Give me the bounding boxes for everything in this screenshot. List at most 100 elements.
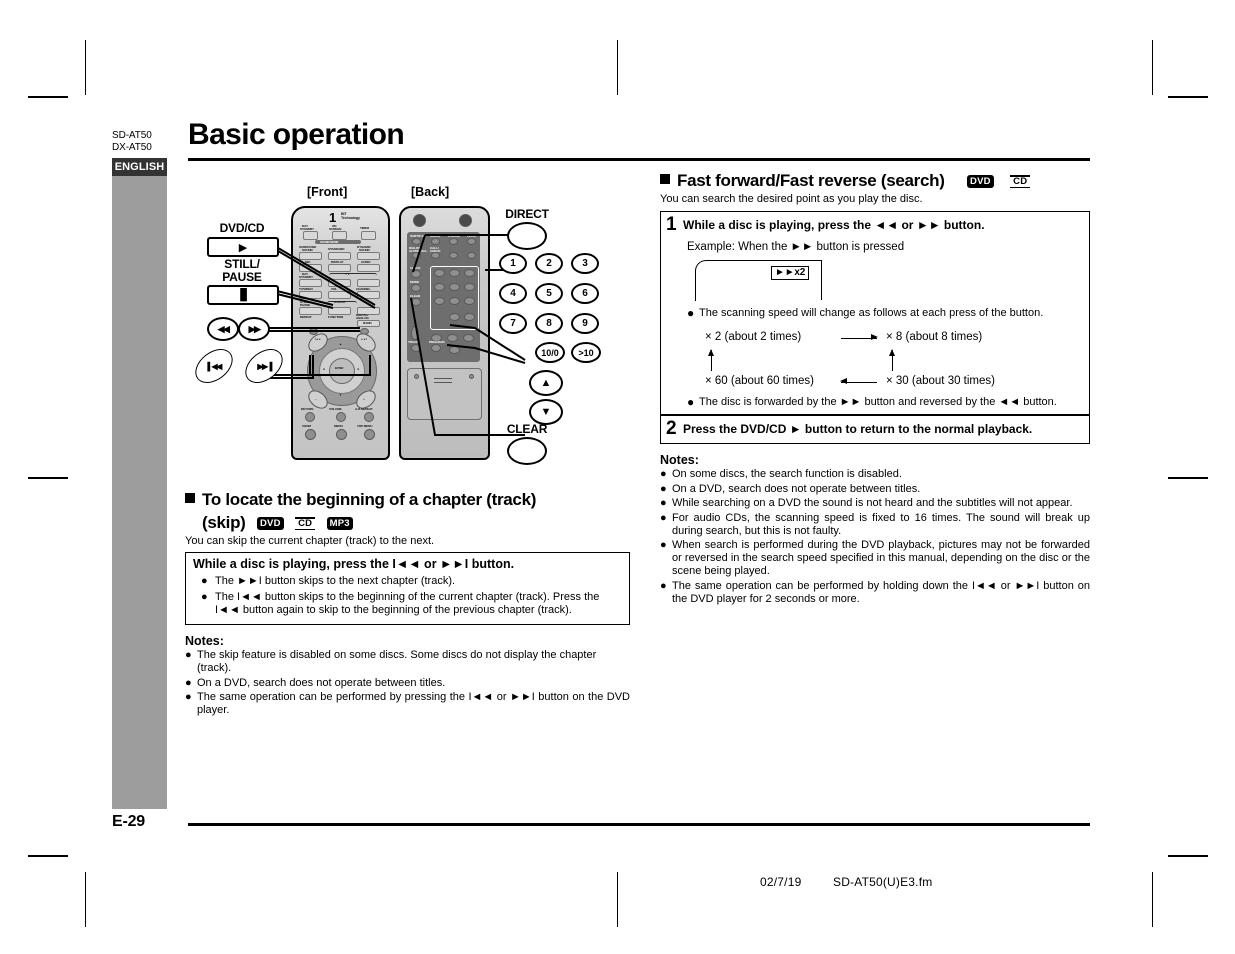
callout-key-num-10-0: 10/0 <box>535 342 565 363</box>
list-item: ● While searching on a DVD the sound is n… <box>660 497 1090 510</box>
bullet-dot-icon: ● <box>660 482 667 495</box>
step-1-body: Example: When the ►► button is pressed ►… <box>661 237 1089 414</box>
crop-mark-top-right <box>1152 40 1153 95</box>
callout-key-cursor-up: ▲ <box>529 370 563 396</box>
speed-cycle-diagram: × 2 (about 2 times) × 8 (about 8 times) … <box>691 331 1081 393</box>
speed-arrow-up-right <box>887 348 896 371</box>
crop-mark-right-top <box>1168 96 1208 98</box>
bullet-dot-icon: ● <box>185 691 192 703</box>
bullet-dot-icon: ● <box>660 511 667 524</box>
step-1-example: Example: When the ►► button is pressed <box>687 241 905 253</box>
speed-label-x2: × 2 (about 2 times) <box>705 330 802 343</box>
badge-cd: CD <box>295 510 315 531</box>
badge-cd: CD <box>1010 168 1030 189</box>
print-footer: 02/7/19 SD-AT50(U)E3.fm <box>760 875 960 889</box>
speed-arrow-left <box>840 377 877 386</box>
callout-key-num-8: 8 <box>535 313 563 334</box>
callout-key-num-2: 2 <box>535 253 563 274</box>
step-2-text: Press the DVD/CD ► button to return to t… <box>683 421 1033 436</box>
left-notes-list: ● The skip feature is disabled on some di… <box>185 649 630 717</box>
right-note-6: The same operation can be performed by h… <box>672 579 1090 605</box>
model-codes: SD-AT50 DX-AT50 <box>112 130 152 153</box>
left-column: To locate the beginning of a chapter (tr… <box>185 489 630 717</box>
model-code-line-1: SD-AT50 <box>112 130 152 141</box>
osd-speed-indicator: ►►x2 <box>771 266 810 280</box>
page-title: Basic operation <box>188 118 405 151</box>
right-note-5: When search is performed during the DVD … <box>672 539 1090 577</box>
callout-key-skip-previous: ▌◀◀ <box>188 342 240 390</box>
model-code-line-2: DX-AT50 <box>112 141 152 153</box>
crop-mark-right-middle <box>1168 477 1208 479</box>
procedure-step-2: 2 Press the DVD/CD ► button to return to… <box>661 416 1089 443</box>
list-item: ● For audio CDs, the scanning speed is fi… <box>660 512 1090 538</box>
footer-rule <box>188 823 1090 826</box>
callout-label-still-pause: STILL/ PAUSE <box>207 258 277 284</box>
step-1-number: 1 <box>666 214 677 235</box>
left-heading-line1: To locate the beginning of a chapter (tr… <box>202 490 537 509</box>
right-note-2: On a DVD, search does not operate betwee… <box>672 482 921 495</box>
list-item: ● The same operation can be performed by … <box>660 580 1090 606</box>
right-note-1: On some discs, the search function is di… <box>672 468 902 480</box>
list-item: ● The I◄◄ button skips to the beginning o… <box>193 591 622 618</box>
badge-mp3: MP3 <box>326 510 353 531</box>
callout-key-skip-next: ▶▶▐ <box>238 342 290 390</box>
callout-key-num-1: 1 <box>499 253 527 274</box>
step-1-text: While a disc is playing, press the ◄◄ or… <box>683 218 985 232</box>
procedure-step-1: 1 While a disc is playing, press the ◄◄ … <box>661 212 1089 237</box>
bullet-square-icon <box>660 174 670 184</box>
skip-previous-icon: ▌◀◀ <box>207 361 221 371</box>
still-pause-line2: PAUSE <box>222 270 262 284</box>
fast-reverse-icon: ◀◀ <box>217 323 230 334</box>
list-item: ● On some discs, the search function is d… <box>660 468 1090 481</box>
crop-mark-top-center <box>617 40 618 95</box>
right-notes-heading: Notes: <box>660 452 699 467</box>
bullet-dot-icon: ● <box>660 468 667 480</box>
left-section-heading: To locate the beginning of a chapter (tr… <box>185 489 630 533</box>
speed-label-x30: × 30 (about 30 times) <box>886 374 995 387</box>
skip-bullet-2: The I◄◄ button skips to the beginning of… <box>215 590 600 617</box>
callout-label-dvd-cd: DVD/CD <box>219 221 265 235</box>
step-1-bullet-top-text: The scanning speed will change as follow… <box>699 307 1044 319</box>
bullet-dot-icon: ● <box>185 676 192 689</box>
callout-label-direct: DIRECT <box>505 207 549 221</box>
bullet-dot-icon: ● <box>687 306 695 320</box>
callout-key-num-6: 6 <box>571 283 599 304</box>
list-item: ● The skip feature is disabled on some di… <box>185 649 630 675</box>
bullet-square-icon <box>185 493 195 503</box>
crop-mark-left-bottom <box>28 855 68 857</box>
sidebar-gray-band <box>112 176 167 809</box>
remote-back-body: SUBTITLE ANGLE A.MODE LEVEL DIALOG ALT/R… <box>399 206 490 460</box>
step-1-bullet-bottom: ● The disc is forwarded by the ►► button… <box>687 394 1081 410</box>
view-label-back: [Back] <box>411 185 450 199</box>
left-note-1: The skip feature is disabled on some dis… <box>197 649 597 674</box>
bullet-dot-icon: ● <box>660 497 667 509</box>
speed-label-x60: × 60 (about 60 times) <box>705 374 814 387</box>
list-item: ● The same operation can be performed by … <box>185 691 630 717</box>
right-note-3: While searching on a DVD the sound is no… <box>672 497 1073 509</box>
callout-key-still-pause: ▐▌ <box>207 285 279 305</box>
callout-key-num-3: 3 <box>571 253 599 274</box>
callout-key-num-9: 9 <box>571 313 599 334</box>
bullet-dot-icon: ● <box>660 539 667 551</box>
left-note-3: The same operation can be performed by p… <box>197 691 630 716</box>
crop-mark-left-middle <box>28 477 68 479</box>
callout-label-clear: CLEAR <box>506 422 548 436</box>
bullet-dot-icon: ● <box>201 575 208 587</box>
title-rule <box>188 158 1090 161</box>
play-icon: ▶ <box>238 241 248 254</box>
badge-dvd: DVD <box>256 510 284 531</box>
manual-page: SD-AT50 DX-AT50 ENGLISH E-29 Basic opera… <box>0 0 1235 954</box>
list-item: ● On a DVD, search does not operate betwe… <box>185 677 630 690</box>
crop-mark-top-left <box>85 40 86 95</box>
skip-next-icon: ▶▶▐ <box>257 361 271 371</box>
view-label-front: [Front] <box>307 185 348 199</box>
crop-mark-left-top <box>28 96 68 98</box>
step-1-bullet-top: ● The scanning speed will change as foll… <box>687 307 1081 321</box>
bullet-dot-icon: ● <box>201 590 208 603</box>
callout-key-num-4: 4 <box>499 283 527 304</box>
bullet-dot-icon: ● <box>687 394 695 409</box>
list-item: ● When search is performed during the DVD… <box>660 539 1090 578</box>
right-notes-list: ● On some discs, the search function is d… <box>660 468 1090 606</box>
bullet-dot-icon: ● <box>660 579 667 592</box>
callout-key-num-7: 7 <box>499 313 527 334</box>
